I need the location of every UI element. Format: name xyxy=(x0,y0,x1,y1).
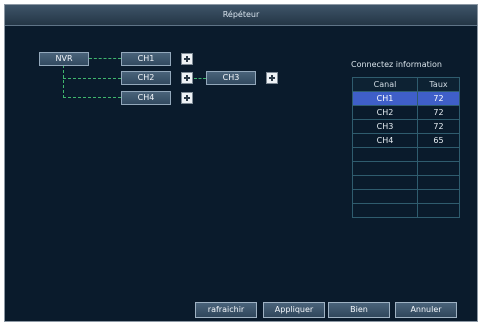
node-nvr[interactable]: NVR xyxy=(39,52,89,66)
table-row[interactable] xyxy=(352,189,460,204)
cell-taux: 65 xyxy=(417,133,460,148)
connection-info-title: Connectez information xyxy=(351,60,442,69)
connection-table: Canal Taux CH1 72 CH2 72 CH3 72 CH4 65 xyxy=(352,77,460,218)
link-nvr-ch1 xyxy=(89,58,121,59)
cell-taux xyxy=(417,175,460,190)
window-title: Répéteur xyxy=(5,5,477,26)
node-ch4[interactable]: CH4 xyxy=(121,91,171,105)
cell-canal xyxy=(352,147,418,162)
cell-taux xyxy=(417,203,460,218)
ok-button[interactable]: Bien xyxy=(328,302,390,318)
table-row[interactable]: CH4 65 xyxy=(352,133,460,148)
table-row[interactable] xyxy=(352,203,460,218)
node-ch2[interactable]: CH2 xyxy=(121,71,171,85)
link-nvr-trunk xyxy=(63,65,64,98)
refresh-button[interactable]: rafraichir xyxy=(195,302,257,318)
cell-taux xyxy=(417,161,460,176)
table-row[interactable] xyxy=(352,161,460,176)
repeater-window: Répéteur NVR CH1 CH2 CH3 CH4 Connectez i… xyxy=(4,4,478,322)
add-under-ch1-plus-icon[interactable] xyxy=(181,53,193,65)
column-header-canal: Canal xyxy=(352,77,418,92)
cell-canal: CH3 xyxy=(352,119,418,134)
add-under-ch2-plus-icon[interactable] xyxy=(181,72,193,84)
table-row[interactable]: CH3 72 xyxy=(352,119,460,134)
table-row[interactable] xyxy=(352,175,460,190)
table-row[interactable] xyxy=(352,147,460,162)
cell-taux: 72 xyxy=(417,105,460,120)
apply-button[interactable]: Appliquer xyxy=(263,302,325,318)
cell-taux: 72 xyxy=(417,91,460,106)
cell-canal xyxy=(352,175,418,190)
cell-taux xyxy=(417,189,460,204)
link-nvr-ch2 xyxy=(63,78,121,79)
cell-canal: CH4 xyxy=(352,133,418,148)
cell-canal xyxy=(352,161,418,176)
link-nvr-ch4 xyxy=(63,97,121,98)
node-ch3[interactable]: CH3 xyxy=(206,71,256,85)
link-ch2-ch3 xyxy=(194,78,206,79)
cell-canal xyxy=(352,203,418,218)
table-row[interactable]: CH1 72 xyxy=(352,91,460,106)
node-ch1[interactable]: CH1 xyxy=(121,52,171,66)
cancel-button[interactable]: Annuler xyxy=(395,302,457,318)
add-under-ch3-plus-icon[interactable] xyxy=(266,72,278,84)
column-header-taux: Taux xyxy=(417,77,460,92)
cell-canal: CH1 xyxy=(352,91,418,106)
add-under-ch4-plus-icon[interactable] xyxy=(181,92,193,104)
table-row[interactable]: CH2 72 xyxy=(352,105,460,120)
cell-canal xyxy=(352,189,418,204)
cell-taux: 72 xyxy=(417,119,460,134)
cell-canal: CH2 xyxy=(352,105,418,120)
cell-taux xyxy=(417,147,460,162)
